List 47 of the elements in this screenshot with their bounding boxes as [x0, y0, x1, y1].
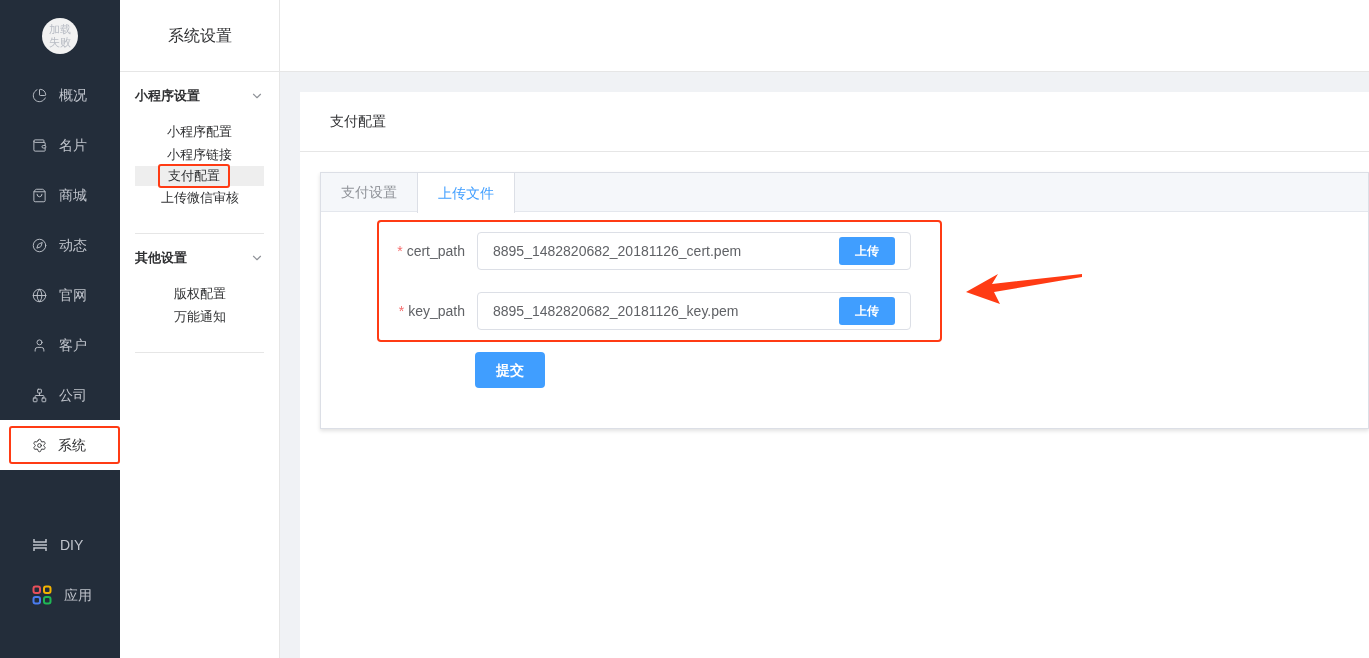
submenu-item[interactable]: 支付配置 [135, 166, 264, 186]
nav-item[interactable]: 应用 [0, 570, 120, 620]
submenu-item[interactable]: 小程序配置 [135, 120, 264, 143]
apps-icon [32, 585, 52, 605]
nav-label: 名片 [59, 135, 87, 155]
input-field[interactable]: 8895_1482820682_20181126_cert.pem 上传 [477, 232, 911, 270]
hierarchy-icon [32, 387, 47, 403]
nav-item[interactable]: 官网 [0, 270, 120, 320]
compass-icon [32, 237, 47, 253]
input-field[interactable]: 8895_1482820682_20181126_key.pem 上传 [477, 292, 911, 330]
submenu-title: 系统设置 [167, 25, 232, 46]
lines-icon [32, 538, 48, 552]
nav-label: 官网 [59, 285, 87, 305]
required-asterisk: * [397, 241, 403, 261]
nav-label: 应用 [64, 585, 92, 605]
submenu-item[interactable]: 上传微信审核 [135, 186, 264, 209]
nav-item[interactable]: 客户 [0, 320, 120, 370]
required-asterisk: * [398, 301, 405, 321]
nav-item[interactable]: 动态 [0, 220, 120, 270]
bag-icon [32, 187, 47, 203]
user-icon [32, 337, 47, 353]
nav-label: 动态 [59, 235, 87, 255]
submenu-item[interactable]: 小程序链接 [135, 143, 264, 166]
submenu-group-header[interactable]: 其他设置 [135, 248, 264, 268]
pie-chart-icon [32, 87, 47, 103]
settings-icon [32, 437, 47, 453]
field-label: key_path [408, 301, 465, 321]
nav-item[interactable]: 系统 [0, 420, 120, 470]
nav-item[interactable]: 商城 [0, 170, 120, 220]
nav-label: 客户 [59, 335, 87, 355]
nav-label: DIY [60, 535, 84, 555]
nav-label: 概况 [59, 85, 87, 105]
nav-label: 商城 [59, 185, 87, 205]
submenu-item[interactable]: 版权配置 [135, 282, 264, 305]
submenu-group-header[interactable]: 小程序设置 [135, 86, 264, 106]
nav-label: 系统 [58, 435, 86, 455]
nav-item[interactable]: 名片 [0, 120, 120, 170]
nav-label: 公司 [59, 385, 87, 405]
annotation-highlight: 支付配置 [157, 164, 230, 188]
submenu-item[interactable]: 万能通知 [135, 305, 264, 328]
nav-item[interactable]: 概况 [0, 70, 120, 120]
globe-icon [32, 287, 47, 303]
field-label: cert_path [406, 241, 465, 261]
nav-item[interactable]: DIY [0, 520, 120, 570]
nav-item[interactable]: 公司 [0, 370, 120, 420]
wallet-icon [32, 137, 47, 153]
card-title: 支付配置 [330, 112, 386, 131]
